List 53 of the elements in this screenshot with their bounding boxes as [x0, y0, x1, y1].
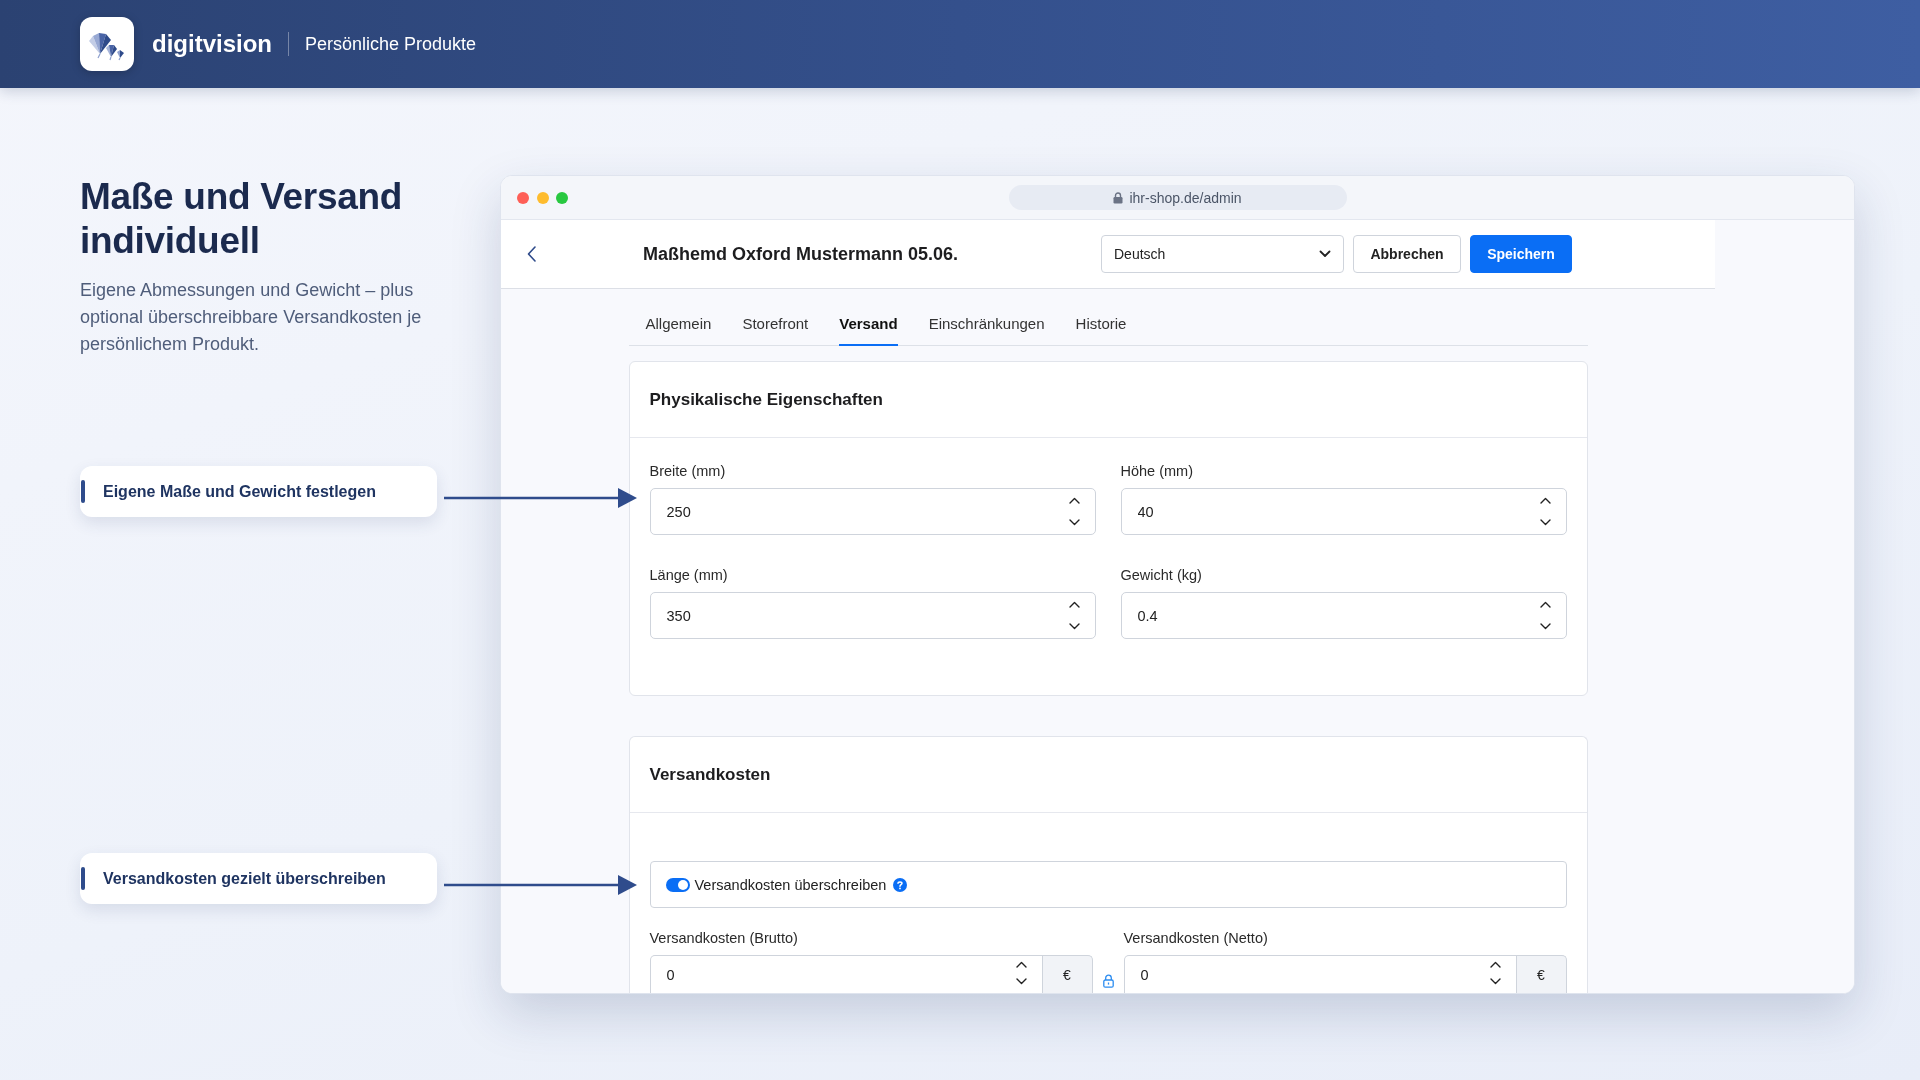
field-label: Versandkosten (Brutto) [649, 929, 799, 947]
card-title: Physikalische Eigenschaften [649, 389, 883, 410]
close-window-icon[interactable] [517, 191, 529, 204]
number-input[interactable]: 0.4 [1120, 592, 1567, 639]
chevron-up-icon[interactable] [1068, 601, 1080, 608]
product-title: Maßhemd Oxford Mustermann 05.06. [643, 243, 959, 265]
field-label: Gewicht (kg) [1120, 566, 1203, 584]
chevron-down-icon [1319, 250, 1331, 258]
number-input[interactable]: 250 [649, 488, 1096, 535]
tab[interactable]: Storefront [742, 289, 809, 346]
page-heading: Maße und Versand individuell [80, 175, 404, 263]
save-button[interactable]: Speichern [1470, 235, 1572, 273]
currency-unit: € [1516, 955, 1567, 993]
field-label: Höhe (mm) [1120, 462, 1194, 480]
tab[interactable]: Historie [1075, 289, 1127, 346]
card-title: Versandkosten [649, 764, 771, 785]
callout-label: Versandkosten gezielt überschreiben [80, 853, 437, 904]
field-label: Breite (mm) [649, 462, 727, 480]
chevron-up-icon[interactable] [1489, 961, 1501, 968]
lock-icon[interactable] [1102, 974, 1114, 988]
field-label: Länge (mm) [649, 566, 729, 584]
chevron-down-icon[interactable] [1015, 978, 1027, 985]
number-input[interactable]: 40 [1120, 488, 1567, 535]
number-input[interactable]: 0 [1123, 955, 1517, 993]
chevron-down-icon[interactable] [1539, 623, 1551, 630]
fan-logo-icon[interactable] [80, 17, 134, 71]
cancel-button[interactable]: Abbrechen [1353, 235, 1461, 273]
toggle-switch[interactable] [665, 877, 690, 892]
address-bar[interactable]: ihr-shop.de/admin [1008, 185, 1347, 210]
section-title: Persönliche Produkte [305, 33, 477, 55]
lock-icon [1113, 191, 1124, 204]
field-label: Versandkosten (Netto) [1123, 929, 1269, 947]
callout-label: Eigene Maße und Gewicht festlegen [80, 466, 437, 517]
chevron-down-icon[interactable] [1068, 519, 1080, 526]
chevron-down-icon[interactable] [1539, 519, 1551, 526]
number-input[interactable]: 0 [649, 955, 1043, 993]
currency-unit: € [1042, 955, 1093, 993]
help-icon[interactable] [893, 877, 908, 892]
chevron-up-icon[interactable] [1539, 497, 1551, 504]
toggle-label: Versandkosten überschreiben [694, 876, 887, 893]
chevron-left-icon [526, 246, 536, 262]
chevron-up-icon[interactable] [1068, 497, 1080, 504]
number-input[interactable]: 350 [649, 592, 1096, 639]
tab[interactable]: Versand [839, 289, 898, 346]
chevron-up-icon[interactable] [1539, 601, 1551, 608]
chevron-down-icon[interactable] [1489, 978, 1501, 985]
tab[interactable]: Allgemein [645, 289, 712, 346]
chevron-up-icon[interactable] [1015, 961, 1027, 968]
brand-name: digitvision [152, 30, 272, 58]
chevron-down-icon[interactable] [1068, 623, 1080, 630]
language-select[interactable]: Deutsch [1101, 235, 1344, 273]
intro-text: Eigene Abmessungen und Gewicht – plus optional überschreibbare Versandkosten je persönlichem Produkt. [80, 279, 423, 356]
tab[interactable]: Einschränkungen [928, 289, 1045, 346]
